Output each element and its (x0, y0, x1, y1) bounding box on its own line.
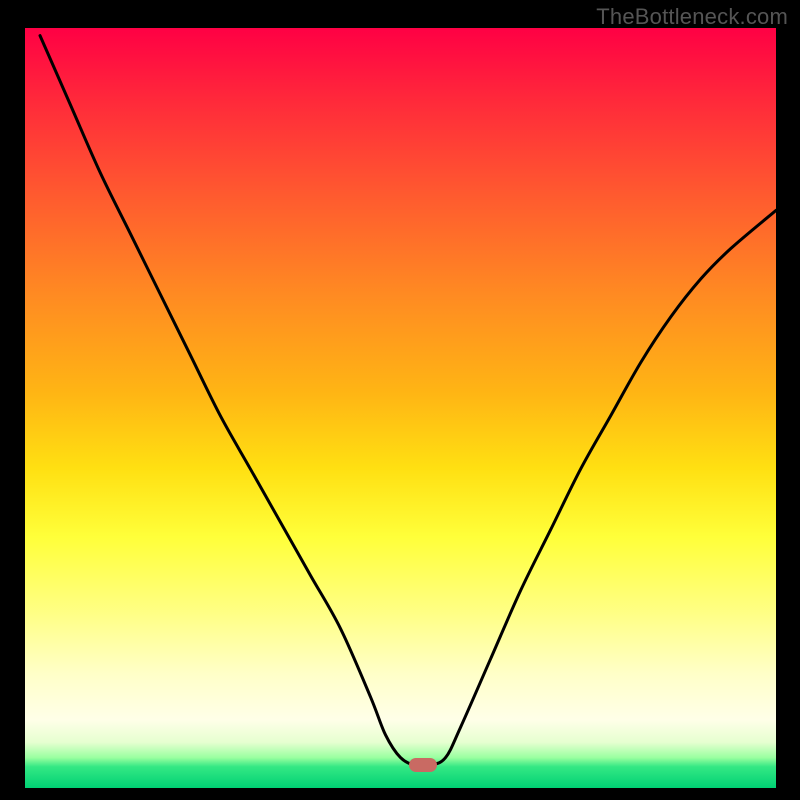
chart-container: TheBottleneck.com (0, 0, 800, 800)
optimal-marker (409, 758, 437, 772)
bottleneck-curve (40, 36, 776, 767)
watermark-text: TheBottleneck.com (596, 4, 788, 30)
plot-area (25, 28, 776, 788)
curve-layer (25, 28, 776, 788)
